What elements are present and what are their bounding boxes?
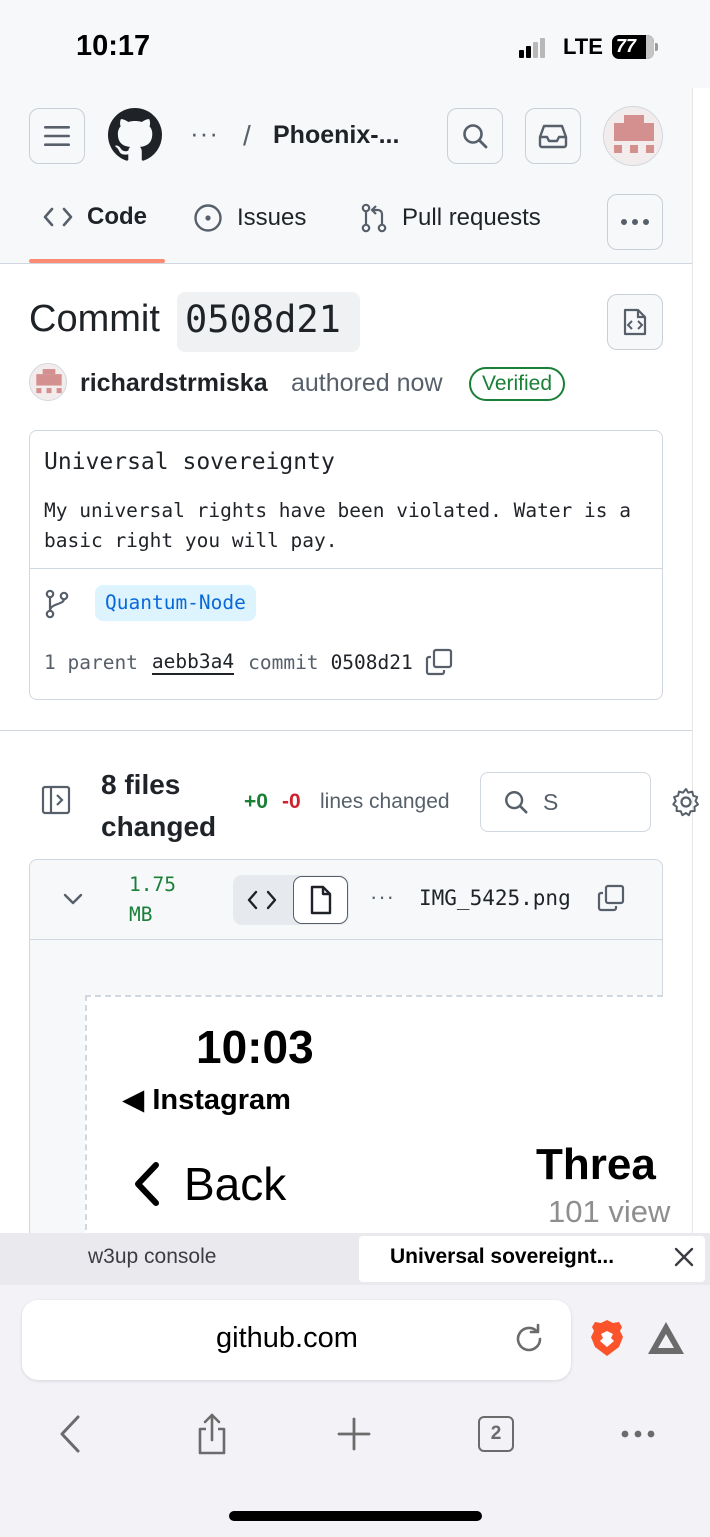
browser-tab-active-label: Universal sovereignt... [390, 1245, 615, 1268]
plus-icon [337, 1417, 371, 1451]
files-changed-count: 8 files changed [101, 769, 217, 842]
browser-menu-button[interactable] [614, 1410, 662, 1458]
tabs-divider [0, 263, 692, 264]
verified-badge[interactable]: Verified [469, 367, 566, 401]
more-horizontal-icon [621, 1430, 655, 1438]
breadcrumb-repo-name[interactable]: Phoenix-... [273, 121, 399, 150]
code-icon [43, 206, 73, 228]
share-icon [198, 1413, 226, 1455]
tab-issues-label: Issues [237, 204, 307, 231]
close-icon[interactable] [673, 1246, 695, 1273]
authored-time: authored now [291, 369, 443, 397]
browse-files-button[interactable] [607, 294, 663, 350]
more-tabs-button[interactable] [607, 194, 663, 250]
issue-icon [193, 203, 223, 233]
breadcrumb-separator: / [243, 120, 251, 151]
inbox-button[interactable] [525, 108, 581, 164]
view-source-button[interactable] [240, 882, 284, 918]
parent-row: 1 parent aebb3a4 commit 0508d21 [44, 648, 453, 676]
section-divider [0, 730, 692, 731]
battery-tip [655, 43, 658, 51]
chevron-down-icon[interactable] [62, 891, 84, 912]
search-icon [505, 791, 528, 814]
author-name[interactable]: richardstrmiska [80, 369, 268, 398]
search-icon [463, 124, 488, 149]
gear-icon[interactable] [671, 787, 701, 822]
commit-label: commit [248, 650, 319, 674]
commit-sha: 0508d21 [185, 298, 341, 341]
tab-pull-requests[interactable]: Pull requests [360, 203, 541, 233]
user-avatar[interactable] [603, 106, 663, 166]
status-time: 10:17 [76, 30, 151, 62]
file-filter-placeholder: S [543, 788, 559, 815]
git-branch-icon [44, 589, 70, 624]
brave-rewards-icon[interactable] [646, 1320, 686, 1361]
file-size: 1.75 MB [129, 873, 176, 926]
preview-title: Threa [536, 1140, 656, 1189]
share-button[interactable] [188, 1410, 236, 1458]
chevron-left-icon [60, 1415, 80, 1453]
preview-back-label: Back [184, 1158, 287, 1210]
tab-count: 2 [478, 1416, 514, 1452]
pull-request-icon [360, 203, 388, 233]
preview-status-time: 10:03 [196, 1021, 314, 1073]
brave-shields-icon[interactable] [589, 1318, 625, 1363]
tab-code[interactable]: Code [43, 203, 147, 231]
file-path-more[interactable]: ··· [370, 884, 395, 910]
tab-switcher-button[interactable]: 2 [472, 1410, 520, 1458]
preview-views: 101 view [548, 1194, 671, 1229]
battery-level: 77 [616, 36, 637, 56]
more-horizontal-icon [621, 219, 649, 225]
battery-icon: 77 [612, 35, 654, 59]
code-icon [247, 890, 277, 910]
tab-issues[interactable]: Issues [193, 203, 306, 233]
branch-label[interactable]: Quantum-Node [95, 585, 256, 621]
search-button[interactable] [447, 108, 503, 164]
chevron-left-icon [135, 1162, 159, 1206]
preview-back-to-app: ◀ Instagram [122, 1084, 291, 1116]
author-avatar[interactable] [29, 363, 67, 401]
cellular-signal-icon [519, 38, 547, 58]
additions-count: +0 [244, 790, 268, 813]
page-title: Commit [29, 298, 160, 340]
full-commit-sha: 0508d21 [330, 650, 413, 674]
breadcrumb-more[interactable]: ··· [190, 118, 219, 149]
copy-sha-icon[interactable] [425, 648, 453, 676]
deletions-count: -0 [282, 790, 301, 813]
tab-code-label: Code [87, 203, 147, 230]
inbox-icon [538, 124, 568, 149]
file-filter-input[interactable]: S [480, 772, 651, 832]
copy-path-icon[interactable] [597, 884, 625, 917]
hamburger-icon [44, 126, 70, 146]
network-type: LTE [563, 34, 603, 59]
address-bar-url: github.com [216, 1322, 358, 1354]
commit-title: Universal sovereignty [44, 449, 335, 475]
github-logo-icon[interactable] [108, 108, 162, 162]
lines-changed-label: lines changed [320, 790, 450, 813]
new-tab-button[interactable] [330, 1410, 378, 1458]
commit-body: My universal rights have been violated. … [44, 499, 631, 552]
file-header-divider [30, 939, 662, 940]
file-name[interactable]: IMG_5425.png [419, 886, 571, 910]
tab-pull-requests-label: Pull requests [402, 204, 541, 231]
hamburger-menu-button[interactable] [29, 108, 85, 164]
browser-back-button[interactable] [46, 1410, 94, 1458]
preview-back: Back [130, 1157, 286, 1211]
commit-message-divider [30, 568, 662, 569]
parent-count: 1 parent [44, 650, 138, 674]
parent-sha-link[interactable]: aebb3a4 [151, 650, 235, 675]
page-scrollbar[interactable] [692, 88, 710, 1233]
sidebar-toggle-icon[interactable] [41, 785, 71, 820]
file-code-icon [623, 308, 647, 336]
reload-icon[interactable] [512, 1322, 546, 1361]
home-indicator[interactable] [229, 1511, 482, 1521]
file-icon [310, 885, 331, 915]
browser-tab-w3up[interactable]: w3up console [88, 1245, 216, 1269]
view-rendered-button[interactable] [293, 876, 348, 924]
